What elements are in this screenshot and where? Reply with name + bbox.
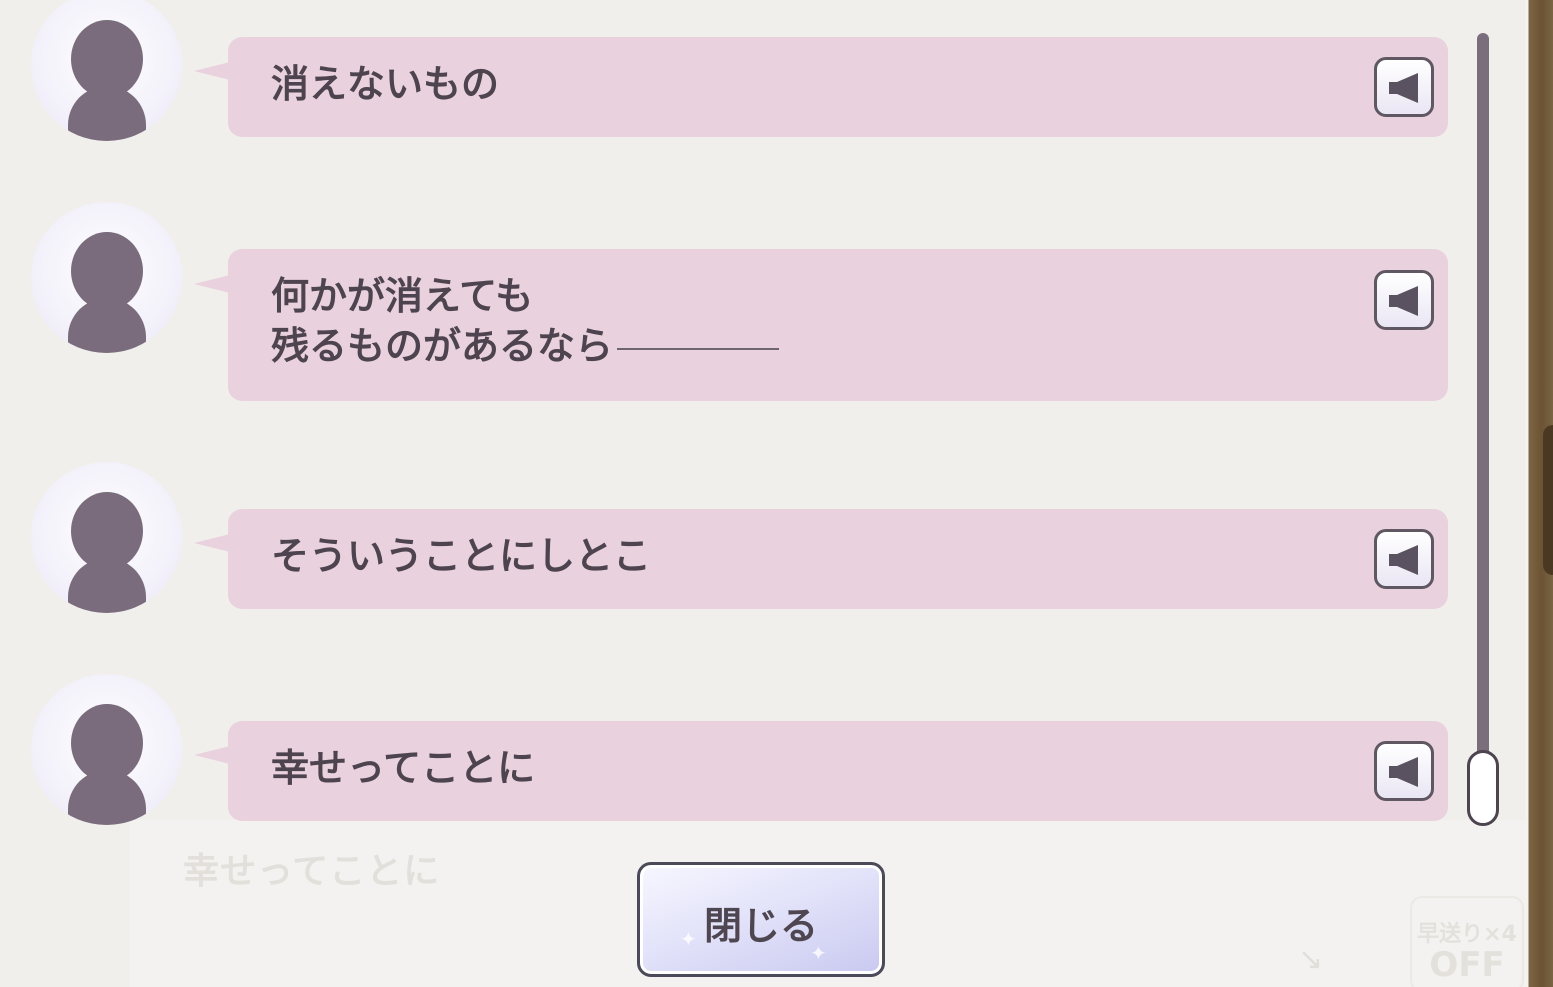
avatar-silhouette-body bbox=[68, 558, 146, 613]
speaker-icon bbox=[1389, 757, 1418, 787]
speaker-icon bbox=[1389, 545, 1418, 575]
bubble-tail bbox=[194, 534, 230, 552]
voice-replay-button[interactable] bbox=[1374, 529, 1434, 589]
voice-replay-button[interactable] bbox=[1374, 270, 1434, 330]
frame-handle bbox=[1543, 425, 1553, 575]
dialogue-text: 何かが消えても 残るものがあるなら bbox=[271, 271, 780, 371]
scrollbar-track[interactable] bbox=[1477, 33, 1489, 793]
bubble-tail bbox=[194, 62, 230, 80]
speaker-icon bbox=[1389, 73, 1418, 103]
dialogue-line: 残るものがあるなら bbox=[271, 324, 614, 368]
dialogue-text: 消えないもの bbox=[271, 62, 500, 106]
dialogue-text: そういうことにしとこ bbox=[271, 534, 652, 578]
background-dialogue-text: 幸せってことに bbox=[183, 851, 441, 892]
avatar bbox=[31, 674, 182, 825]
log-entry: 幸せってことに bbox=[0, 672, 1460, 832]
next-arrow-icon: ↘ bbox=[1298, 942, 1324, 977]
bubble-tail bbox=[194, 275, 230, 293]
fast-forward-badge: 早送り×4 OFF bbox=[1410, 896, 1524, 987]
speaker-icon bbox=[1389, 286, 1418, 316]
fast-forward-value: OFF bbox=[1429, 945, 1505, 985]
scrollbar-thumb[interactable] bbox=[1467, 750, 1499, 826]
avatar bbox=[31, 462, 182, 613]
log-entry: 何かが消えても 残るものがあるなら bbox=[0, 200, 1460, 410]
speech-bubble: 幸せってことに bbox=[228, 721, 1448, 821]
avatar bbox=[31, 0, 182, 141]
close-button[interactable]: ✦ ✦ 閉じる bbox=[637, 862, 885, 977]
speech-bubble: そういうことにしとこ bbox=[228, 509, 1448, 609]
bubble-tail bbox=[194, 746, 230, 764]
fast-forward-label: 早送り×4 bbox=[1417, 922, 1517, 947]
avatar-silhouette-body bbox=[68, 298, 146, 353]
speech-bubble: 何かが消えても 残るものがあるなら bbox=[228, 249, 1448, 401]
voice-replay-button[interactable] bbox=[1374, 57, 1434, 117]
dialogue-text: 幸せってことに bbox=[271, 746, 536, 790]
avatar-silhouette-body bbox=[68, 86, 146, 141]
trailing-dash bbox=[617, 347, 780, 350]
log-entry: 消えないもの bbox=[0, 0, 1460, 160]
avatar bbox=[31, 202, 182, 353]
avatar-silhouette-body bbox=[68, 770, 146, 825]
log-entry: そういうことにしとこ bbox=[0, 460, 1460, 620]
voice-replay-button[interactable] bbox=[1374, 741, 1434, 801]
dialogue-line: 何かが消えても bbox=[271, 274, 534, 318]
speech-bubble: 消えないもの bbox=[228, 37, 1448, 137]
close-button-label: 閉じる bbox=[703, 904, 818, 948]
